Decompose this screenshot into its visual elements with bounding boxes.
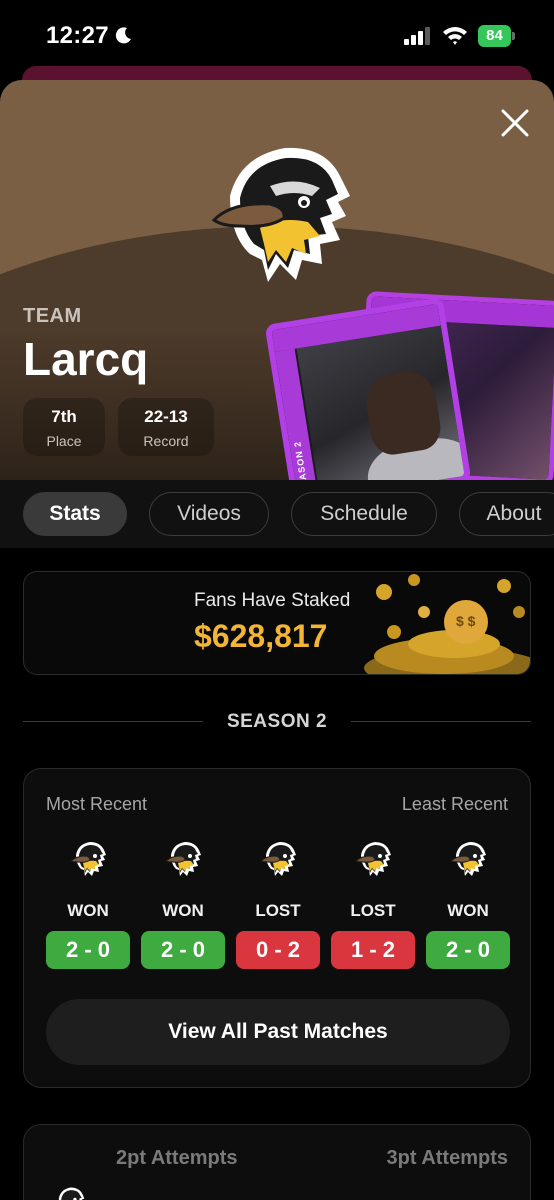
moon-icon <box>115 27 131 44</box>
place-value: 7th <box>51 407 77 426</box>
tab-about[interactable]: About <box>459 492 554 536</box>
match-score: 2 - 0 <box>426 931 510 969</box>
cellular-signal-icon <box>404 27 430 45</box>
coin-pile-icon: $ $ <box>364 574 530 674</box>
two-pt-attempts-label: 2pt Attempts <box>116 1147 238 1169</box>
match-result: WON <box>162 901 204 920</box>
attempts-card: 2pt Attempts 3pt Attempts <box>23 1124 531 1200</box>
wifi-icon <box>443 27 467 45</box>
season-label: SEASON 2 <box>226 711 328 732</box>
match-result: WON <box>67 901 109 920</box>
team-logo-icon <box>54 1187 85 1200</box>
match-result: LOST <box>350 901 396 920</box>
staked-label: Fans Have Staked <box>194 590 351 611</box>
close-button[interactable] <box>498 106 532 140</box>
battery-level: 84 <box>478 25 511 47</box>
match-item[interactable]: WON 2 - 0 <box>46 839 130 969</box>
least-recent-label: Least Recent <box>401 794 508 814</box>
battery-icon: 84 <box>478 25 516 47</box>
tab-schedule[interactable]: Schedule <box>291 492 437 536</box>
status-time: 12:27 <box>46 22 109 49</box>
team-label: TEAM <box>23 305 82 327</box>
svg-text:$ $: $ $ <box>456 613 476 629</box>
place-label: Place <box>46 433 82 449</box>
match-item[interactable]: LOST 1 - 2 <box>331 839 415 969</box>
match-result: LOST <box>255 901 301 920</box>
view-all-matches-button[interactable]: View All Past Matches <box>46 999 510 1065</box>
player-head <box>362 367 444 458</box>
most-recent-label: Most Recent <box>46 794 148 814</box>
team-logo-icon <box>450 841 487 877</box>
team-logo-icon <box>165 841 202 877</box>
divider-left <box>23 721 203 722</box>
match-score: 2 - 0 <box>141 931 225 969</box>
match-score: 2 - 0 <box>46 931 130 969</box>
team-name: Larcq <box>23 333 149 385</box>
record-stat: 22-13 Record <box>118 398 214 456</box>
recent-matches-card: Most Recent Least Recent WON 2 - 0 WON 2… <box>23 768 531 1088</box>
staked-amount: $628,817 <box>194 618 328 654</box>
fans-staked-banner[interactable]: Fans Have Staked $628,817 $ $ <box>23 571 531 675</box>
match-score: 1 - 2 <box>331 931 415 969</box>
place-stat: 7th Place <box>23 398 105 456</box>
team-logo-icon <box>70 841 107 877</box>
team-logo-icon <box>211 147 350 282</box>
team-logo-icon <box>260 841 297 877</box>
divider-right <box>351 721 531 722</box>
record-label: Record <box>143 433 189 449</box>
battery-tip <box>512 32 515 40</box>
match-item[interactable]: WON 2 - 0 <box>426 839 510 969</box>
tab-stats[interactable]: Stats <box>23 492 127 536</box>
record-value: 22-13 <box>144 407 188 426</box>
three-pt-attempts-label: 3pt Attempts <box>386 1147 508 1169</box>
match-item[interactable]: LOST 0 - 2 <box>236 839 320 969</box>
team-logo-icon <box>355 841 392 877</box>
tab-videos[interactable]: Videos <box>149 492 269 536</box>
match-result: WON <box>447 901 489 920</box>
player-card-front[interactable]: SEASON 2 <box>264 297 472 509</box>
match-score: 0 - 2 <box>236 931 320 969</box>
match-item[interactable]: WON 2 - 0 <box>141 839 225 969</box>
status-bar: 12:27 84 <box>0 0 554 70</box>
tab-bar: Stats Videos Schedule About <box>0 480 554 548</box>
